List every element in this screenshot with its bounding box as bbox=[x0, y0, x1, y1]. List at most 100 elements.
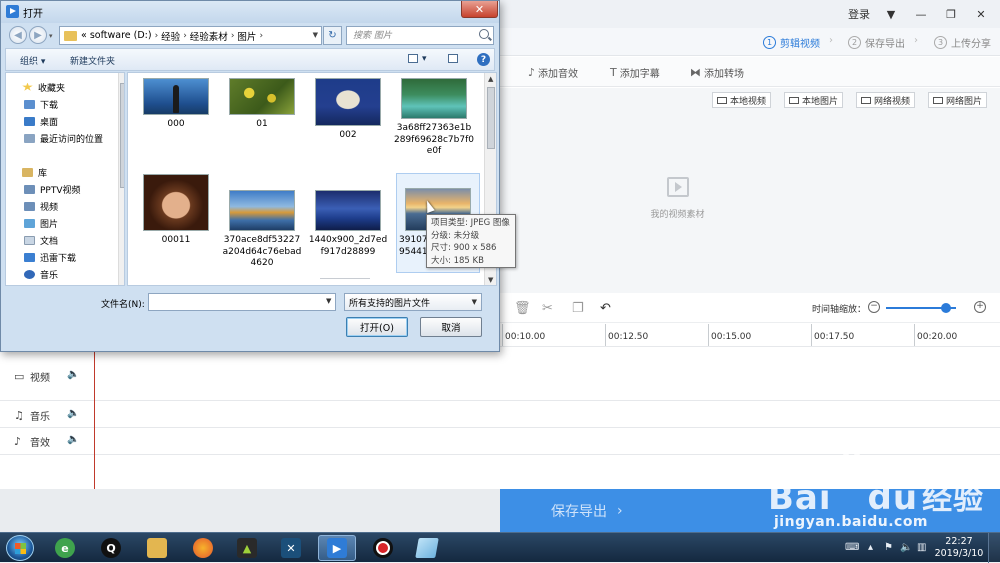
taskbar-app-other[interactable] bbox=[408, 535, 446, 561]
cancel-button[interactable]: 取消 bbox=[420, 317, 482, 337]
video-track[interactable]: ▭ 视频 🔈 bbox=[0, 348, 1000, 401]
taskbar-app-recorder[interactable] bbox=[364, 535, 402, 561]
copy-icon[interactable]: ❐ bbox=[572, 301, 584, 316]
taskbar-app-qq[interactable]: Q bbox=[92, 535, 130, 561]
chevron-down-icon[interactable]: ▼ bbox=[313, 31, 318, 39]
search-icon[interactable] bbox=[479, 29, 489, 39]
search-box[interactable] bbox=[346, 26, 494, 45]
local-video-button[interactable]: 本地视频 bbox=[712, 92, 772, 108]
tray-expand-icon[interactable]: ▴ bbox=[868, 542, 873, 553]
show-desktop-button[interactable] bbox=[988, 533, 1000, 563]
scroll-down-icon[interactable]: ▼ bbox=[488, 276, 493, 284]
taskbar-clock[interactable]: 22:27 2019/3/10 bbox=[934, 536, 984, 560]
taskbar-app-editor[interactable]: ✕ bbox=[272, 535, 310, 561]
nav-thunder-downloads[interactable]: 迅雷下载 bbox=[24, 250, 76, 264]
nav-videos[interactable]: 视频 bbox=[24, 199, 58, 213]
add-transition-button[interactable]: ⧓ 添加转场 bbox=[690, 65, 744, 80]
zoom-out-icon[interactable]: − bbox=[868, 301, 880, 313]
close-icon[interactable]: ✕ bbox=[461, 1, 498, 18]
file-type-select[interactable]: 所有支持的图片文件 ▼ bbox=[344, 293, 482, 311]
nav-desktop[interactable]: 桌面 bbox=[24, 114, 58, 128]
timeline-playhead[interactable] bbox=[94, 347, 95, 489]
preview-pane-icon[interactable] bbox=[448, 54, 458, 63]
chevron-down-icon[interactable]: ▾ bbox=[49, 32, 53, 40]
network-icon[interactable]: ▥ bbox=[917, 542, 926, 553]
refresh-icon[interactable]: ↻ bbox=[323, 26, 342, 45]
zoom-slider-handle[interactable] bbox=[940, 303, 951, 313]
nav-downloads[interactable]: 下载 bbox=[24, 97, 58, 111]
volume-icon[interactable]: 🔈 bbox=[67, 408, 79, 419]
file-item[interactable]: 000 bbox=[134, 78, 218, 131]
taskbar-app-explorer[interactable] bbox=[138, 535, 176, 561]
volume-icon[interactable]: 🔈 bbox=[67, 434, 79, 445]
web-image-button[interactable]: 网络图片 bbox=[928, 92, 988, 108]
maximize-icon[interactable]: ❐ bbox=[940, 4, 962, 24]
music-track[interactable]: ♫ 音乐 🔈 bbox=[0, 402, 1000, 428]
nav-recent-places[interactable]: 最近访问的位置 bbox=[24, 131, 103, 145]
scroll-up-icon[interactable]: ▲ bbox=[488, 75, 493, 83]
chevron-right-icon[interactable]: › bbox=[155, 31, 159, 41]
start-button[interactable] bbox=[6, 535, 34, 561]
taskbar-app-360[interactable]: e bbox=[46, 535, 84, 561]
chevron-right-icon[interactable]: › bbox=[259, 31, 263, 41]
address-row: ◀ ▶ ▾ « software (D:) › 经验 › 经验素材 › 图片 ›… bbox=[1, 23, 499, 47]
crop-icon[interactable]: ✂ bbox=[542, 301, 553, 316]
login-button[interactable]: 登录 bbox=[844, 4, 874, 24]
scrollbar-thumb[interactable] bbox=[120, 83, 124, 188]
taskbar-app-video[interactable]: ▲ bbox=[228, 535, 266, 561]
view-options-icon[interactable] bbox=[408, 54, 418, 63]
forward-icon[interactable]: ▶ bbox=[29, 26, 47, 44]
file-item[interactable]: 01 bbox=[220, 78, 304, 131]
file-item[interactable]: 1440x900_2d7edf917d28899 bbox=[306, 174, 390, 258]
minimize-icon[interactable]: — bbox=[910, 4, 932, 24]
breadcrumb-overflow[interactable]: « bbox=[81, 30, 87, 41]
chevron-right-icon[interactable]: › bbox=[231, 31, 235, 41]
new-folder-button[interactable]: 新建文件夹 bbox=[70, 54, 115, 67]
nav-library[interactable]: 库 bbox=[22, 165, 47, 179]
nav-pictures[interactable]: 图片 bbox=[24, 216, 58, 230]
local-image-button[interactable]: 本地图片 bbox=[784, 92, 844, 108]
chevron-down-icon[interactable]: ▾ bbox=[422, 54, 427, 64]
add-sound-effect-button[interactable]: ♪ 添加音效 bbox=[528, 65, 578, 80]
scrollbar-thumb[interactable] bbox=[487, 87, 495, 149]
recent-places-icon bbox=[24, 133, 35, 143]
help-icon[interactable]: ? bbox=[477, 53, 490, 66]
close-icon[interactable]: ✕ bbox=[970, 4, 992, 24]
address-bar[interactable]: « software (D:) › 经验 › 经验素材 › 图片 › ▼ bbox=[59, 26, 322, 45]
zoom-in-icon[interactable]: + bbox=[974, 301, 986, 313]
web-video-button[interactable]: 网络视频 bbox=[856, 92, 916, 108]
chevron-right-icon[interactable]: › bbox=[183, 31, 187, 41]
step-edit-video[interactable]: 1 剪辑视频 bbox=[763, 34, 820, 50]
nav-pptv-video[interactable]: PPTV视频 bbox=[24, 182, 81, 196]
filename-input[interactable] bbox=[148, 293, 336, 311]
step-share[interactable]: 3 上传分享 bbox=[934, 34, 991, 50]
search-input[interactable] bbox=[353, 29, 471, 42]
nav-music[interactable]: 音乐 bbox=[24, 267, 58, 281]
file-item[interactable]: 370ace8df53227a204d64c76ebad4620 bbox=[220, 174, 304, 270]
open-button[interactable]: 打开(O) bbox=[346, 317, 408, 337]
chevron-down-icon[interactable]: ▼ bbox=[326, 297, 331, 305]
volume-icon[interactable]: 🔈 bbox=[67, 369, 79, 380]
volume-icon[interactable]: 🔈 bbox=[900, 542, 912, 553]
breadcrumb-item[interactable]: 经验 bbox=[161, 29, 180, 43]
delete-icon[interactable]: 🗑 bbox=[514, 301, 531, 316]
file-item[interactable]: 00011 bbox=[134, 174, 218, 247]
nav-favorites[interactable]: 收藏夹 bbox=[22, 80, 65, 94]
add-subtitle-button[interactable]: T 添加字幕 bbox=[610, 65, 660, 80]
taskbar-app-firefox[interactable] bbox=[184, 535, 222, 561]
menu-icon[interactable]: ▼ bbox=[880, 4, 902, 24]
step-export[interactable]: 2 保存导出 bbox=[848, 34, 905, 50]
nav-documents[interactable]: 文档 bbox=[24, 233, 58, 247]
breadcrumb-item[interactable]: software (D:) bbox=[90, 30, 152, 41]
organize-menu[interactable]: 组织 ▾ bbox=[20, 54, 45, 67]
undo-icon[interactable]: ↶ bbox=[600, 301, 611, 316]
nav-scrollbar[interactable] bbox=[118, 73, 124, 285]
tray-keyboard-icon[interactable]: ⌨ bbox=[845, 542, 859, 553]
breadcrumb-item[interactable]: 图片 bbox=[237, 29, 256, 43]
back-icon[interactable]: ◀ bbox=[9, 26, 27, 44]
tray-flag-icon[interactable]: ⚑ bbox=[884, 542, 893, 553]
file-item[interactable]: 3a68ff27363e1b289f69628c7b7f0e0f bbox=[392, 78, 476, 158]
breadcrumb-item[interactable]: 经验素材 bbox=[190, 29, 228, 43]
taskbar-app-current[interactable]: ▶ bbox=[318, 535, 356, 561]
file-item[interactable]: 002 bbox=[306, 78, 390, 142]
